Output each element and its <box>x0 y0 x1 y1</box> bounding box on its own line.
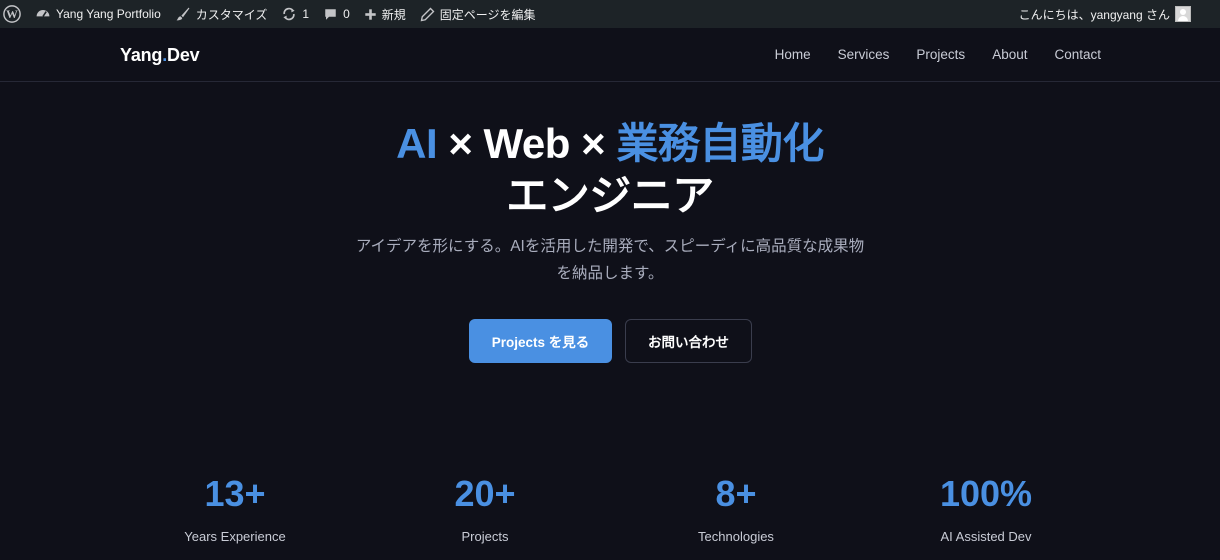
logo-text-part1: Yang <box>120 45 163 65</box>
refresh-icon <box>283 7 296 21</box>
hero-title-line2: エンジニア <box>506 172 714 219</box>
stat-label: AI Assisted Dev <box>940 529 1032 544</box>
dashboard-icon <box>36 10 50 17</box>
customize-link[interactable]: カスタマイズ <box>168 0 275 28</box>
svg-text:W: W <box>6 8 18 21</box>
view-projects-button[interactable]: Projects を見る <box>469 319 612 363</box>
plus-icon <box>365 8 376 20</box>
nav-about[interactable]: About <box>992 47 1027 62</box>
site-name-label: Yang Yang Portfolio <box>56 7 161 21</box>
contact-button[interactable]: お問い合わせ <box>625 319 752 363</box>
customize-label: カスタマイズ <box>195 7 268 22</box>
nav-projects[interactable]: Projects <box>916 47 965 62</box>
comments-link[interactable]: 0 <box>316 0 357 28</box>
stat-label: Projects <box>461 529 509 544</box>
edit-page-label: 固定ページを編集 <box>439 7 536 22</box>
comment-icon <box>325 8 336 20</box>
main-nav: Home Services Projects About Contact <box>775 47 1101 62</box>
site-header: Yang.Dev Home Services Projects About Co… <box>0 28 1220 82</box>
pencil-icon <box>420 7 435 21</box>
my-account-menu[interactable]: こんにちは、yangyang さん <box>1012 0 1220 28</box>
stat-value: 100% <box>939 473 1033 514</box>
new-label: 新規 <box>381 7 406 22</box>
stat-ai-assisted: 100% AI Assisted Dev <box>861 472 1111 544</box>
wordpress-menu[interactable]: W <box>0 0 28 28</box>
nav-services[interactable]: Services <box>838 47 890 62</box>
hero-title-automation: 業務自動化 <box>616 120 824 167</box>
updates-count: 1 <box>302 7 310 21</box>
hero-title: AI × Web × 業務自動化 エンジニア <box>0 118 1220 222</box>
stat-value: 20+ <box>454 473 516 514</box>
stat-label: Technologies <box>698 529 774 544</box>
greeting-label: こんにちは、yangyang さん <box>1018 7 1170 22</box>
brush-icon <box>176 7 190 21</box>
stat-value: 8+ <box>715 473 757 514</box>
hero-title-mid: × Web × <box>437 120 617 167</box>
wordpress-icon: W <box>3 5 21 23</box>
comments-count: 0 <box>343 7 350 21</box>
nav-home[interactable]: Home <box>775 47 811 62</box>
logo-text-part2: Dev <box>167 45 200 65</box>
site-logo[interactable]: Yang.Dev <box>120 45 200 66</box>
stat-technologies: 8+ Technologies <box>611 472 861 544</box>
updates-link[interactable]: 1 <box>274 0 316 28</box>
nav-contact[interactable]: Contact <box>1054 47 1101 62</box>
stat-value: 13+ <box>204 473 266 514</box>
site-name-link[interactable]: Yang Yang Portfolio <box>28 0 168 28</box>
edit-page-link[interactable]: 固定ページを編集 <box>413 0 543 28</box>
avatar <box>1175 6 1191 22</box>
new-content-menu[interactable]: 新規 <box>357 0 413 28</box>
hero-subtitle: アイデアを形にする。AIを活用した開発で、スピーディに高品質な成果物を納品します… <box>355 238 865 282</box>
stat-label: Years Experience <box>184 529 286 544</box>
stat-projects: 20+ Projects <box>360 472 610 544</box>
wp-admin-bar: W Yang Yang Portfolio カスタマイズ 1 0 新規 固定ペー… <box>0 0 1220 28</box>
hero-title-ai: AI <box>396 120 438 167</box>
stat-years: 13+ Years Experience <box>110 472 360 544</box>
